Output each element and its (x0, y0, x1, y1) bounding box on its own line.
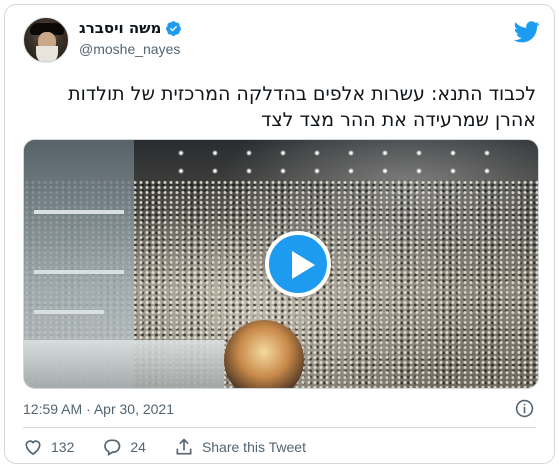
display-name-row: משה ויסברג (79, 19, 182, 37)
verified-badge-icon (166, 20, 182, 36)
twitter-bird-icon[interactable] (514, 21, 540, 43)
share-button[interactable]: Share this Tweet (174, 437, 306, 457)
video-thumbnail-scaffold (34, 310, 104, 314)
play-icon (292, 251, 315, 279)
heart-icon (25, 440, 41, 456)
tweet-video[interactable] (23, 139, 539, 389)
author-display-name[interactable]: משה ויסברג (79, 19, 161, 37)
like-count: 132 (51, 439, 75, 455)
reply-bubble-icon (104, 439, 121, 456)
avatar-beard (36, 46, 58, 62)
play-button[interactable] (265, 231, 331, 297)
video-thumbnail-scaffold (34, 210, 124, 214)
video-thumbnail-scaffold (34, 270, 124, 274)
reply-button[interactable]: 24 (102, 437, 146, 457)
avatar[interactable] (23, 17, 69, 63)
share-label: Share this Tweet (201, 439, 306, 455)
divider (23, 427, 536, 428)
tweet-actions: 132 24 Share this Tweet (23, 433, 334, 461)
video-thumbnail-railing (24, 340, 224, 388)
like-button[interactable]: 132 (23, 437, 74, 457)
tweet-timestamp[interactable]: 12:59 AM · Apr 30, 2021 (23, 401, 174, 417)
info-icon[interactable] (515, 399, 534, 418)
share-icon (176, 438, 192, 455)
reply-count: 24 (130, 439, 146, 455)
author-info[interactable]: משה ויסברג @moshe_nayes (79, 19, 182, 57)
tweet-text: לכבוד התנא: עשרות אלפים בהדלקה המרכזית ש… (68, 83, 536, 131)
tweet-card: משה ויסברג @moshe_nayes לכבוד התנא: עשרו… (4, 4, 555, 464)
video-thumbnail-lights (164, 144, 504, 184)
author-handle[interactable]: @moshe_nayes (79, 41, 182, 57)
